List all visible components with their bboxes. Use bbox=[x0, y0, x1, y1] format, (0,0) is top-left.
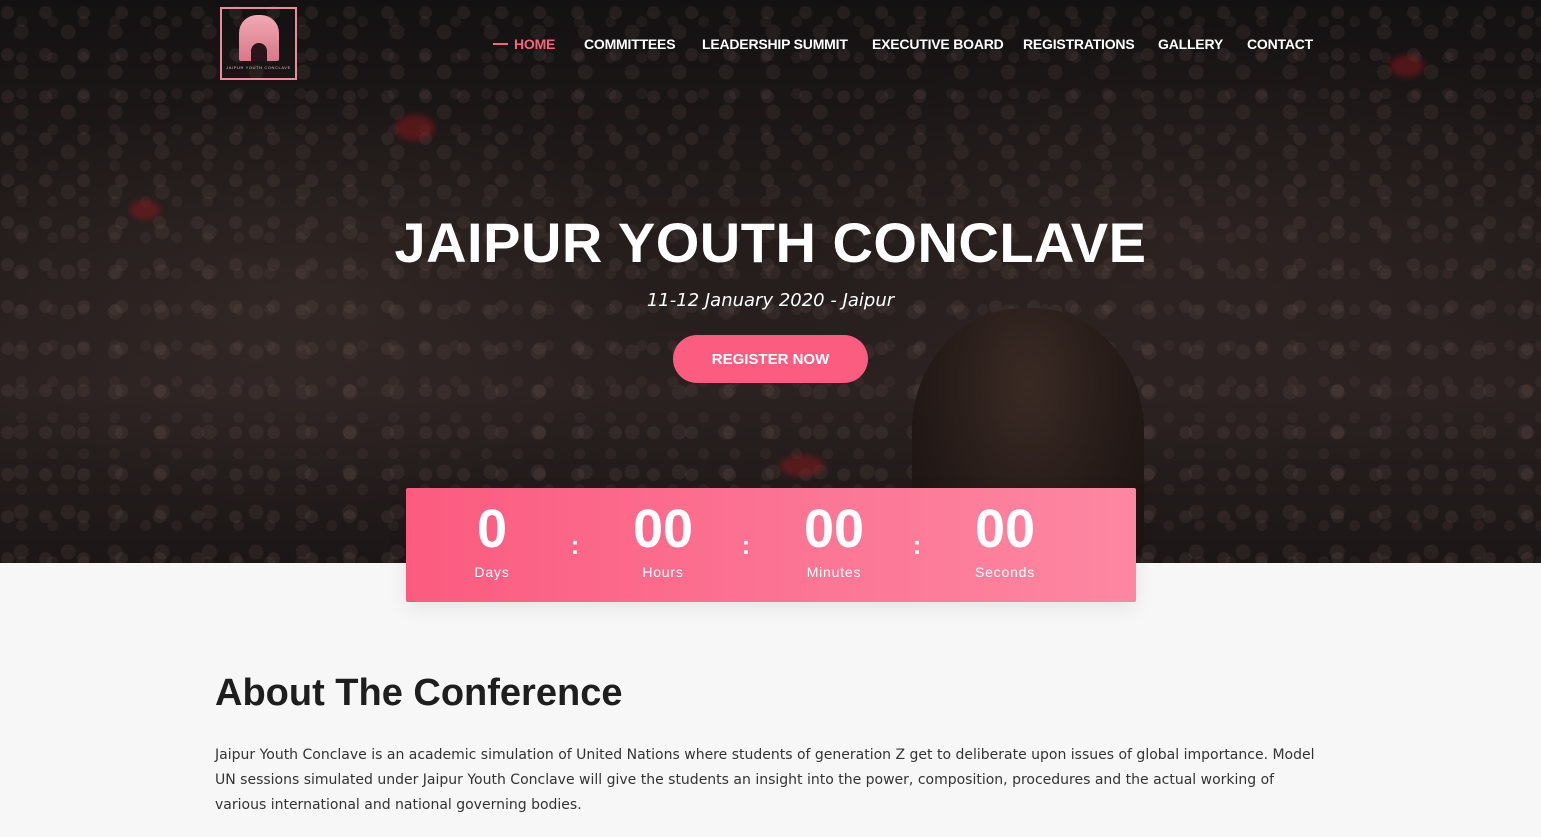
countdown-separator: : bbox=[912, 530, 922, 560]
countdown-days-label: Days bbox=[474, 564, 510, 580]
countdown-separator: : bbox=[741, 530, 751, 560]
countdown-days-value: 0 bbox=[476, 499, 508, 559]
nav-item-executive-board[interactable]: EXECUTIVE BOARD bbox=[872, 36, 1004, 52]
crowd-highlight bbox=[395, 115, 435, 141]
page: JAIPUR YOUTH CONCLAVE HOME COMMITTEES LE… bbox=[0, 0, 1541, 837]
countdown-seconds-value: 00 bbox=[974, 499, 1036, 559]
countdown-timer: 0 Days : 00 Hours : 00 Minutes : 00 Seco… bbox=[406, 488, 1136, 602]
countdown-hours-value: 00 bbox=[632, 499, 694, 559]
nav-item-committees[interactable]: COMMITTEES bbox=[584, 36, 676, 52]
crowd-texture bbox=[0, 0, 1541, 563]
countdown-separator: : bbox=[570, 530, 580, 560]
about-section-title: About The Conference bbox=[215, 672, 623, 714]
crowd-highlight bbox=[780, 455, 824, 477]
nav-item-gallery[interactable]: GALLERY bbox=[1158, 36, 1223, 52]
hawa-mahal-logo-icon bbox=[239, 15, 279, 61]
hero-background-image bbox=[0, 0, 1541, 563]
nav-item-home[interactable]: HOME bbox=[514, 36, 555, 52]
countdown-hours-label: Hours bbox=[642, 564, 684, 580]
countdown-minutes-label: Minutes bbox=[806, 564, 862, 580]
about-section-body: Jaipur Youth Conclave is an academic sim… bbox=[215, 747, 1315, 813]
nav-item-registrations[interactable]: REGISTRATIONS bbox=[1023, 36, 1135, 52]
site-logo[interactable]: JAIPUR YOUTH CONCLAVE bbox=[220, 7, 297, 80]
nav-item-leadership-summit[interactable]: LEADERSHIP SUMMIT bbox=[702, 36, 848, 52]
active-nav-indicator bbox=[493, 43, 508, 45]
nav-item-contact[interactable]: CONTACT bbox=[1247, 36, 1313, 52]
logo-caption: JAIPUR YOUTH CONCLAVE bbox=[226, 65, 291, 70]
hero-title: JAIPUR YOUTH CONCLAVE bbox=[394, 211, 1147, 274]
crowd-highlight bbox=[1390, 55, 1424, 77]
logo-arch bbox=[251, 43, 267, 61]
register-now-button[interactable]: REGISTER NOW bbox=[673, 335, 868, 383]
countdown-minutes-value: 00 bbox=[803, 499, 865, 559]
countdown-seconds-label: Seconds bbox=[974, 564, 1036, 580]
event-date-location: 11-12 January 2020 - Jaipur bbox=[646, 290, 895, 311]
